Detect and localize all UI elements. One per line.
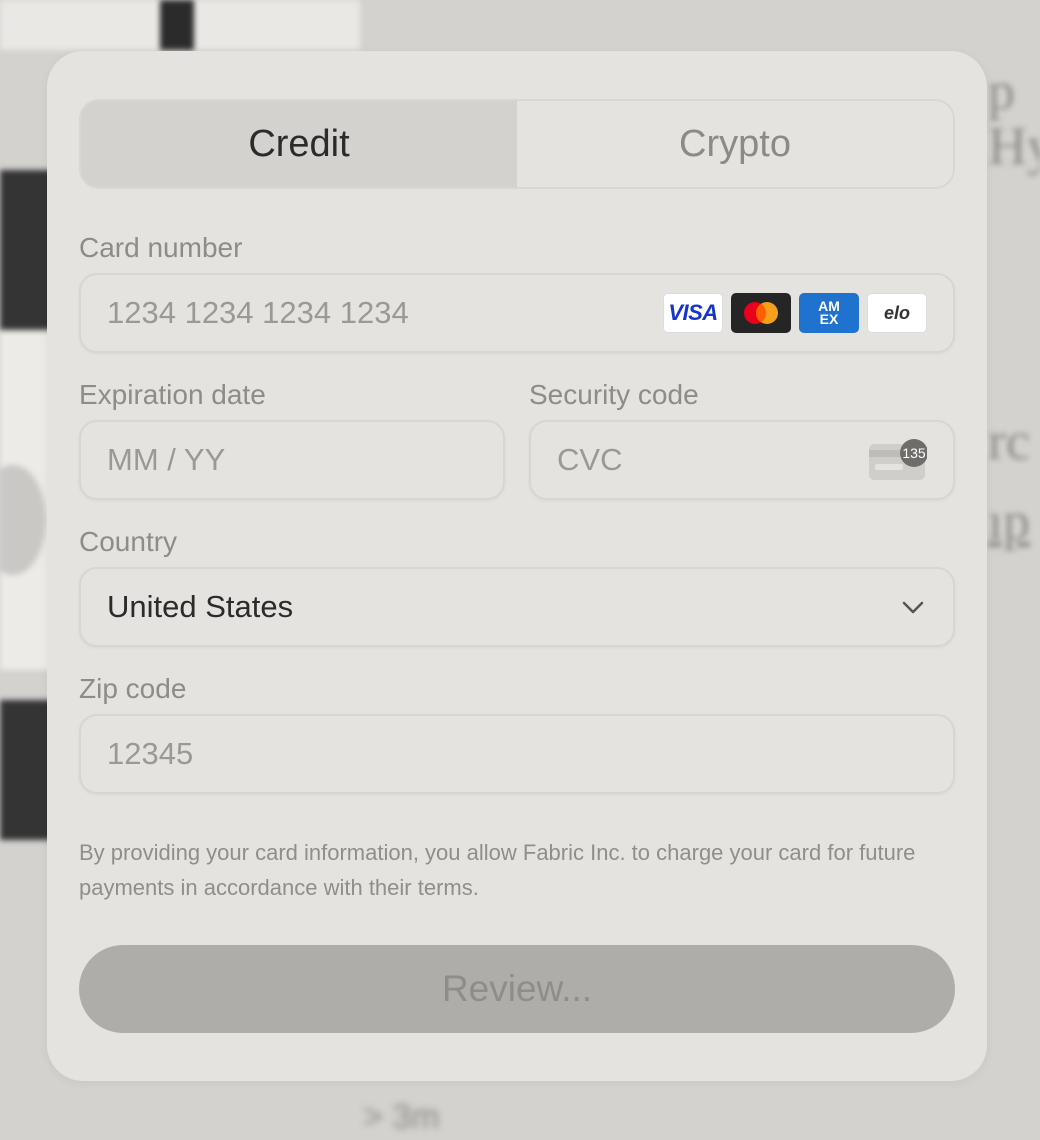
card-number-field[interactable]: 1234 1234 1234 1234 VISA AM EX elo [79,273,955,353]
country-value: United States [107,589,294,624]
card-brand-logos: VISA AM EX elo [663,293,927,333]
card-number-placeholder: 1234 1234 1234 1234 [107,295,409,330]
svg-text:135: 135 [902,445,926,461]
review-button[interactable]: Review... [79,945,955,1033]
cvc-card-icon: 135 [869,438,928,482]
payment-disclaimer: By providing your card information, you … [79,840,916,900]
expiration-field[interactable]: MM / YY [79,420,505,500]
background-footer-text: > 3m [363,1098,440,1136]
country-label: Country [79,526,178,557]
zip-code-field[interactable]: 12345 [79,714,955,794]
background-text-right-3: rc [988,411,1030,471]
visa-logo: VISA [663,293,723,333]
security-code-field[interactable]: CVC 135 [529,420,955,500]
background-dark-bar [160,0,194,50]
mastercard-logo [731,293,791,333]
payment-method-tabs: Credit Crypto [79,99,955,189]
zip-code-label: Zip code [79,673,187,704]
amex-logo: AM EX [799,293,859,333]
chevron-down-icon [902,601,924,614]
elo-logo: elo [867,293,927,333]
country-select[interactable]: United States [79,567,955,647]
expiration-placeholder: MM / YY [107,442,226,477]
expiration-label: Expiration date [79,379,266,410]
cvc-placeholder: CVC [557,442,623,477]
background-text-right-2: Hy [988,116,1040,176]
card-number-label: Card number [79,232,243,263]
background-text-right-1: p [988,61,1015,121]
tab-credit[interactable]: Credit [81,101,517,187]
payment-card: Credit Crypto Card number 1234 1234 1234… [47,51,987,1081]
zip-placeholder: 12345 [107,736,194,771]
security-code-label: Security code [529,379,699,410]
tab-crypto[interactable]: Crypto [517,101,953,187]
background-text-right-4: ıp [988,491,1031,551]
